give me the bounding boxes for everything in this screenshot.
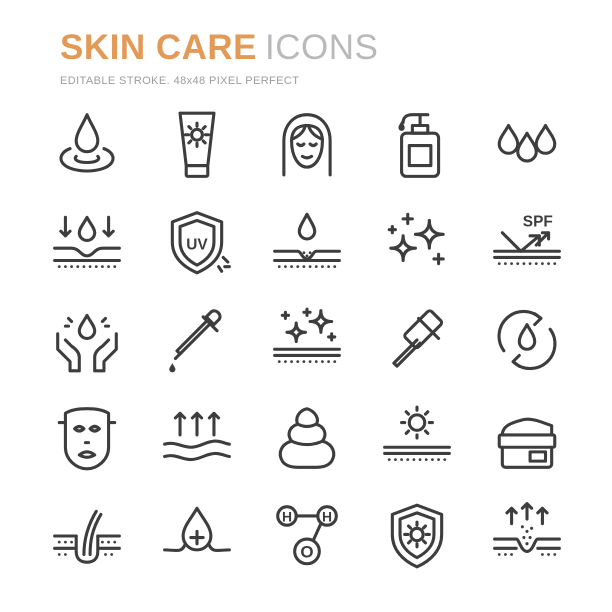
hydrogen-label-right: H	[322, 508, 332, 524]
title-icons: ICONS	[265, 28, 379, 67]
sun-shield-icon	[362, 487, 472, 585]
dropper-pipette-icon	[142, 291, 252, 389]
drop-on-skin-pore-icon	[252, 193, 362, 291]
drop-in-hands-icon	[32, 291, 142, 389]
hydrogen-label-left: H	[282, 508, 292, 524]
woman-face-icon	[252, 95, 362, 193]
sunscreen-tube-icon	[142, 95, 252, 193]
pump-bottle-icon	[362, 95, 472, 193]
title-skin-care: SKIN CARE	[60, 28, 258, 67]
cream-jar-icon	[472, 389, 582, 487]
pore-cleansing-icon	[472, 487, 582, 585]
refresh-drop-icon	[472, 291, 582, 389]
skin-moisture-absorption-icon	[32, 193, 142, 291]
hair-follicle-icon	[32, 487, 142, 585]
icon-grid: UV SPF H H O	[32, 95, 582, 585]
spf-label: SPF	[523, 214, 553, 231]
uv-shield-icon: UV	[142, 193, 252, 291]
drop-plus-on-skin-icon	[142, 487, 252, 585]
oxygen-label: O	[300, 543, 313, 562]
water-molecule-icon: H H O	[252, 487, 362, 585]
water-drop-ripple-icon	[32, 95, 142, 193]
skin-upward-arrows-icon	[142, 389, 252, 487]
page-subtitle: EDITABLE STROKE. 48x48 PIXEL PERFECT	[60, 75, 300, 87]
three-drops-icon	[472, 95, 582, 193]
page-title: SKIN CARE ICONS	[60, 28, 378, 68]
sun-over-skin-icon	[362, 389, 472, 487]
cream-swirl-icon	[252, 389, 362, 487]
razor-icon	[362, 291, 472, 389]
spf-skin-protection-icon: SPF	[472, 193, 582, 291]
face-mask-icon	[32, 389, 142, 487]
sparkles-icon	[362, 193, 472, 291]
uv-label: UV	[186, 237, 208, 254]
sparkling-skin-icon	[252, 291, 362, 389]
